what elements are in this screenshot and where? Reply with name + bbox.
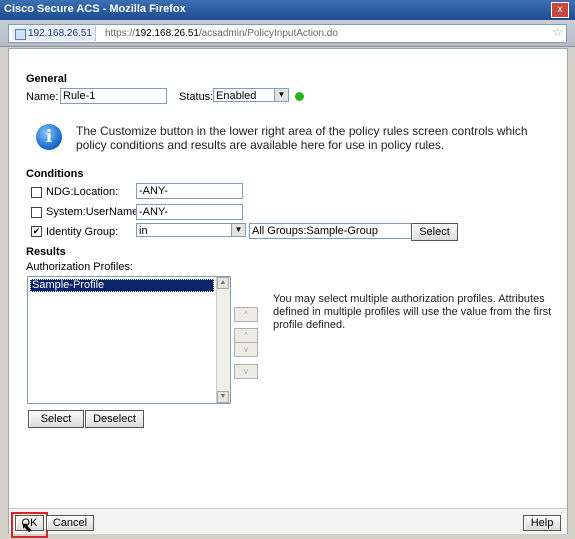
move-down-icon[interactable]: v <box>234 342 258 357</box>
status-select-value: Enabled <box>216 90 257 102</box>
move-bottom-icon[interactable]: v <box>234 364 258 379</box>
scroll-down-icon[interactable]: ▼ <box>217 391 229 403</box>
identity-group-operator-select[interactable]: in ▼ <box>136 223 246 237</box>
site-identity-badge[interactable]: 192.168.26.51 <box>12 26 96 41</box>
window-titlebar: Cisco Secure ACS - Mozilla Firefox x <box>0 0 575 21</box>
mouse-cursor-icon: ⬉ <box>21 519 33 535</box>
address-bar: 192.168.26.51 https://192.168.26.51/acsa… <box>0 20 575 47</box>
chevron-down-icon: ▼ <box>274 89 288 101</box>
authorization-profiles-list[interactable]: Sample-Profile ▲ ▼ <box>27 276 231 404</box>
name-input[interactable] <box>60 88 167 104</box>
results-heading: Results <box>26 246 66 258</box>
identity-group-operator-value: in <box>139 225 148 237</box>
status-label: Status: <box>179 91 214 103</box>
identity-group-checkbox[interactable]: ✔ <box>31 226 42 237</box>
ndg-location-input[interactable] <box>136 183 243 199</box>
chevron-down-icon: ▼ <box>231 224 245 236</box>
system-username-label: System:UserName: <box>46 206 142 218</box>
dialog-footer: OK ⬉ Cancel Help <box>9 508 567 538</box>
ndg-location-checkbox[interactable] <box>31 187 42 198</box>
status-indicator-icon <box>295 92 304 101</box>
general-heading: General <box>26 73 67 85</box>
identity-group-input[interactable] <box>249 223 438 239</box>
info-text: The Customize button in the lower right … <box>76 124 528 152</box>
list-item[interactable]: Sample-Profile <box>30 279 214 292</box>
system-username-input[interactable] <box>136 204 243 220</box>
url-field[interactable]: 192.168.26.51 https://192.168.26.51/acsa… <box>8 24 567 43</box>
site-label: 192.168.26.51 <box>28 28 92 39</box>
profile-deselect-button[interactable]: Deselect <box>85 410 144 428</box>
status-select[interactable]: Enabled ▼ <box>213 88 289 102</box>
system-username-checkbox[interactable] <box>31 207 42 218</box>
close-icon[interactable]: x <box>551 2 569 18</box>
window-title: Cisco Secure ACS - Mozilla Firefox <box>4 3 186 15</box>
help-button[interactable]: Help <box>523 515 561 531</box>
move-top-icon[interactable]: ^ <box>234 307 258 322</box>
globe-icon <box>15 29 26 40</box>
dialog-content: General Name: Status: Enabled ▼ i The Cu… <box>8 48 568 538</box>
bookmark-star-icon[interactable]: ☆ <box>552 25 563 39</box>
cancel-button[interactable]: Cancel <box>46 515 94 531</box>
profiles-hint-text: You may select multiple authorization pr… <box>273 293 552 331</box>
name-label: Name: <box>26 91 59 103</box>
info-icon: i <box>36 124 62 150</box>
url-text[interactable]: https://192.168.26.51/acsadmin/PolicyInp… <box>105 26 338 41</box>
conditions-heading: Conditions <box>26 168 84 180</box>
profile-select-button[interactable]: Select <box>28 410 84 428</box>
authorization-profiles-label: Authorization Profiles: <box>26 261 133 273</box>
identity-group-select-button[interactable]: Select <box>411 223 458 241</box>
scroll-up-icon[interactable]: ▲ <box>217 277 229 289</box>
identity-group-label: Identity Group: <box>46 226 119 238</box>
ndg-location-label: NDG:Location: <box>46 186 119 198</box>
list-scrollbar[interactable]: ▲ ▼ <box>216 277 230 403</box>
move-up-icon[interactable]: ^ <box>234 328 258 343</box>
